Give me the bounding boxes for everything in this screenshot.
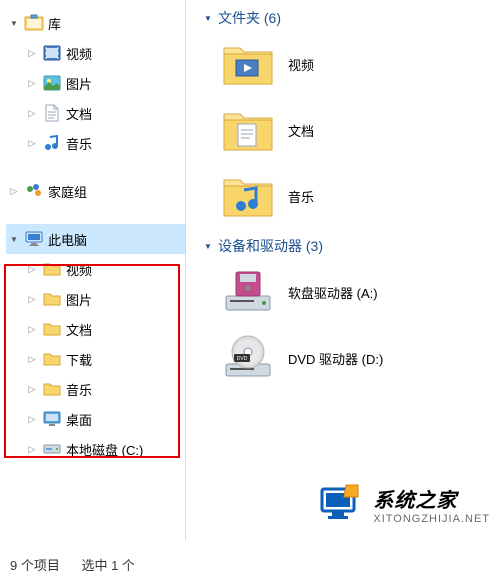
homegroup-icon (24, 181, 44, 201)
tree-node-documents[interactable]: 文档 (6, 98, 185, 128)
expand-arrow-icon[interactable] (26, 383, 38, 395)
drive-icon (42, 439, 62, 459)
dvd-drive-icon: DVD (222, 332, 274, 384)
tree-node-pc-music[interactable]: 音乐 (6, 374, 185, 404)
tree-label: 家庭组 (48, 182, 87, 201)
tree-node-thispc[interactable]: 此电脑 (6, 224, 185, 254)
expand-arrow-icon[interactable] (26, 107, 38, 119)
tree-label: 桌面 (66, 410, 92, 429)
expand-arrow-icon[interactable] (26, 323, 38, 335)
status-selected-count: 选中 1 个 (81, 558, 134, 573)
picture-icon (42, 73, 62, 93)
folder-label: 音乐 (288, 187, 314, 206)
expand-arrow-icon[interactable] (26, 47, 38, 59)
svg-text:DVD: DVD (237, 356, 248, 362)
tree-label: 图片 (66, 74, 92, 93)
folder-icon (42, 259, 62, 279)
document-icon (42, 103, 62, 123)
folder-icon (42, 289, 62, 309)
content-pane: 文件夹 (6) 视频 文档 音乐 设备和驱动器 (3) (186, 0, 500, 540)
tree-node-library[interactable]: 库 (6, 8, 185, 38)
expand-arrow-icon[interactable] (26, 413, 38, 425)
expand-arrow-icon[interactable] (26, 293, 38, 305)
tree-node-pc-videos[interactable]: 视频 (6, 254, 185, 284)
tree-label: 下载 (66, 350, 92, 369)
collapse-arrow-icon[interactable] (202, 240, 214, 252)
expand-arrow-icon[interactable] (8, 233, 20, 245)
floppy-drive-icon (222, 266, 274, 318)
desktop-icon (42, 409, 62, 429)
section-devices-header[interactable]: 设备和驱动器 (3) (202, 236, 500, 256)
expand-arrow-icon[interactable] (26, 137, 38, 149)
computer-icon (24, 229, 44, 249)
expand-arrow-icon[interactable] (26, 77, 38, 89)
folder-document-icon (222, 104, 274, 156)
collapse-arrow-icon[interactable] (202, 12, 214, 24)
tree-node-localdisk[interactable]: 本地磁盘 (C:) (6, 434, 185, 464)
folder-videos[interactable]: 视频 (202, 38, 500, 90)
device-label: 软盘驱动器 (A:) (288, 283, 378, 302)
folder-icon (42, 319, 62, 339)
status-bar: 9 个项目 选中 1 个 (10, 555, 153, 574)
status-item-count: 9 个项目 (10, 558, 60, 573)
device-dvd[interactable]: DVD DVD 驱动器 (D:) (202, 332, 500, 384)
folder-video-icon (222, 38, 274, 90)
tree-label: 本地磁盘 (C:) (66, 440, 143, 459)
music-icon (42, 133, 62, 153)
tree-label: 库 (48, 14, 61, 33)
folder-documents[interactable]: 文档 (202, 104, 500, 156)
folder-icon (42, 349, 62, 369)
tree-label: 图片 (66, 290, 92, 309)
expand-arrow-icon[interactable] (26, 353, 38, 365)
tree-label: 音乐 (66, 134, 92, 153)
tree-node-pc-documents[interactable]: 文档 (6, 314, 185, 344)
library-icon (24, 13, 44, 33)
device-label: DVD 驱动器 (D:) (288, 349, 383, 368)
section-title: 文件夹 (6) (218, 8, 281, 28)
tree-label: 视频 (66, 260, 92, 279)
folder-music-icon (222, 170, 274, 222)
expand-arrow-icon[interactable] (8, 185, 20, 197)
tree-label: 视频 (66, 44, 92, 63)
tree-node-homegroup[interactable]: 家庭组 (6, 176, 185, 206)
tree-node-pc-pictures[interactable]: 图片 (6, 284, 185, 314)
tree-node-pc-downloads[interactable]: 下载 (6, 344, 185, 374)
video-icon (42, 43, 62, 63)
tree-label: 文档 (66, 320, 92, 339)
tree-label: 音乐 (66, 380, 92, 399)
tree-node-pictures[interactable]: 图片 (6, 68, 185, 98)
expand-arrow-icon[interactable] (8, 17, 20, 29)
tree-label: 文档 (66, 104, 92, 123)
tree-node-desktop[interactable]: 桌面 (6, 404, 185, 434)
folder-icon (42, 379, 62, 399)
section-folders-header[interactable]: 文件夹 (6) (202, 8, 500, 28)
folder-label: 视频 (288, 55, 314, 74)
navigation-tree: 库 视频 图片 文档 音 (0, 0, 185, 540)
tree-node-videos[interactable]: 视频 (6, 38, 185, 68)
expand-arrow-icon[interactable] (26, 263, 38, 275)
folder-music[interactable]: 音乐 (202, 170, 500, 222)
expand-arrow-icon[interactable] (26, 443, 38, 455)
tree-label: 此电脑 (48, 230, 87, 249)
device-floppy[interactable]: 软盘驱动器 (A:) (202, 266, 500, 318)
folder-label: 文档 (288, 121, 314, 140)
section-title: 设备和驱动器 (3) (218, 236, 323, 256)
tree-node-music[interactable]: 音乐 (6, 128, 185, 158)
